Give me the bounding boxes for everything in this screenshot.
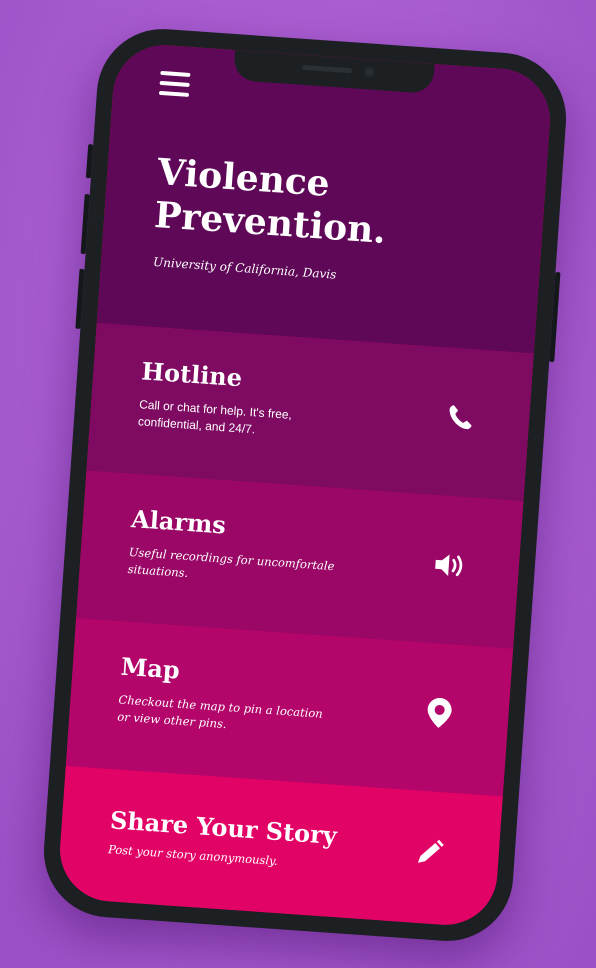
pencil-icon-graphic	[417, 839, 444, 863]
speaker-grille	[301, 64, 353, 74]
speaker-icon-graphic	[435, 554, 463, 577]
phone-screen: Violence Prevention. University of Calif…	[56, 41, 554, 929]
volume-up-button	[85, 144, 94, 179]
alarms-title: Alarms	[130, 503, 227, 540]
hotline-description: Call or chat for help. It's free, confid…	[137, 397, 293, 437]
hotline-title: Hotline	[140, 356, 244, 393]
menu-line	[160, 70, 191, 77]
phone-icon[interactable]	[442, 400, 478, 436]
volume-down-button-2	[75, 268, 85, 329]
phone-icon-graphic	[449, 405, 472, 430]
map-description: Checkout the map to pin a location or vi…	[116, 692, 324, 731]
hamburger-menu-icon[interactable]	[158, 70, 191, 97]
pencil-icon[interactable]	[412, 834, 448, 870]
phone-frame: Violence Prevention. University of Calif…	[39, 24, 571, 946]
menu-line	[159, 80, 190, 87]
map-title: Map	[119, 651, 181, 685]
front-camera	[363, 66, 376, 78]
alarms-description: Useful recordings for uncomfortale situa…	[127, 544, 335, 580]
map-pin-icon[interactable]	[421, 695, 457, 731]
map-pin-icon-graphic	[427, 697, 452, 728]
app-title-line-2: Prevention.	[153, 194, 388, 253]
app-title: Violence Prevention.	[153, 151, 390, 253]
app-subtitle: University of California, Davis	[152, 254, 337, 282]
speaker-icon[interactable]	[432, 547, 468, 583]
volume-down-button	[80, 193, 90, 255]
menu-line	[158, 90, 190, 97]
app-header: Violence Prevention. University of Calif…	[96, 41, 554, 354]
power-button	[549, 271, 561, 363]
